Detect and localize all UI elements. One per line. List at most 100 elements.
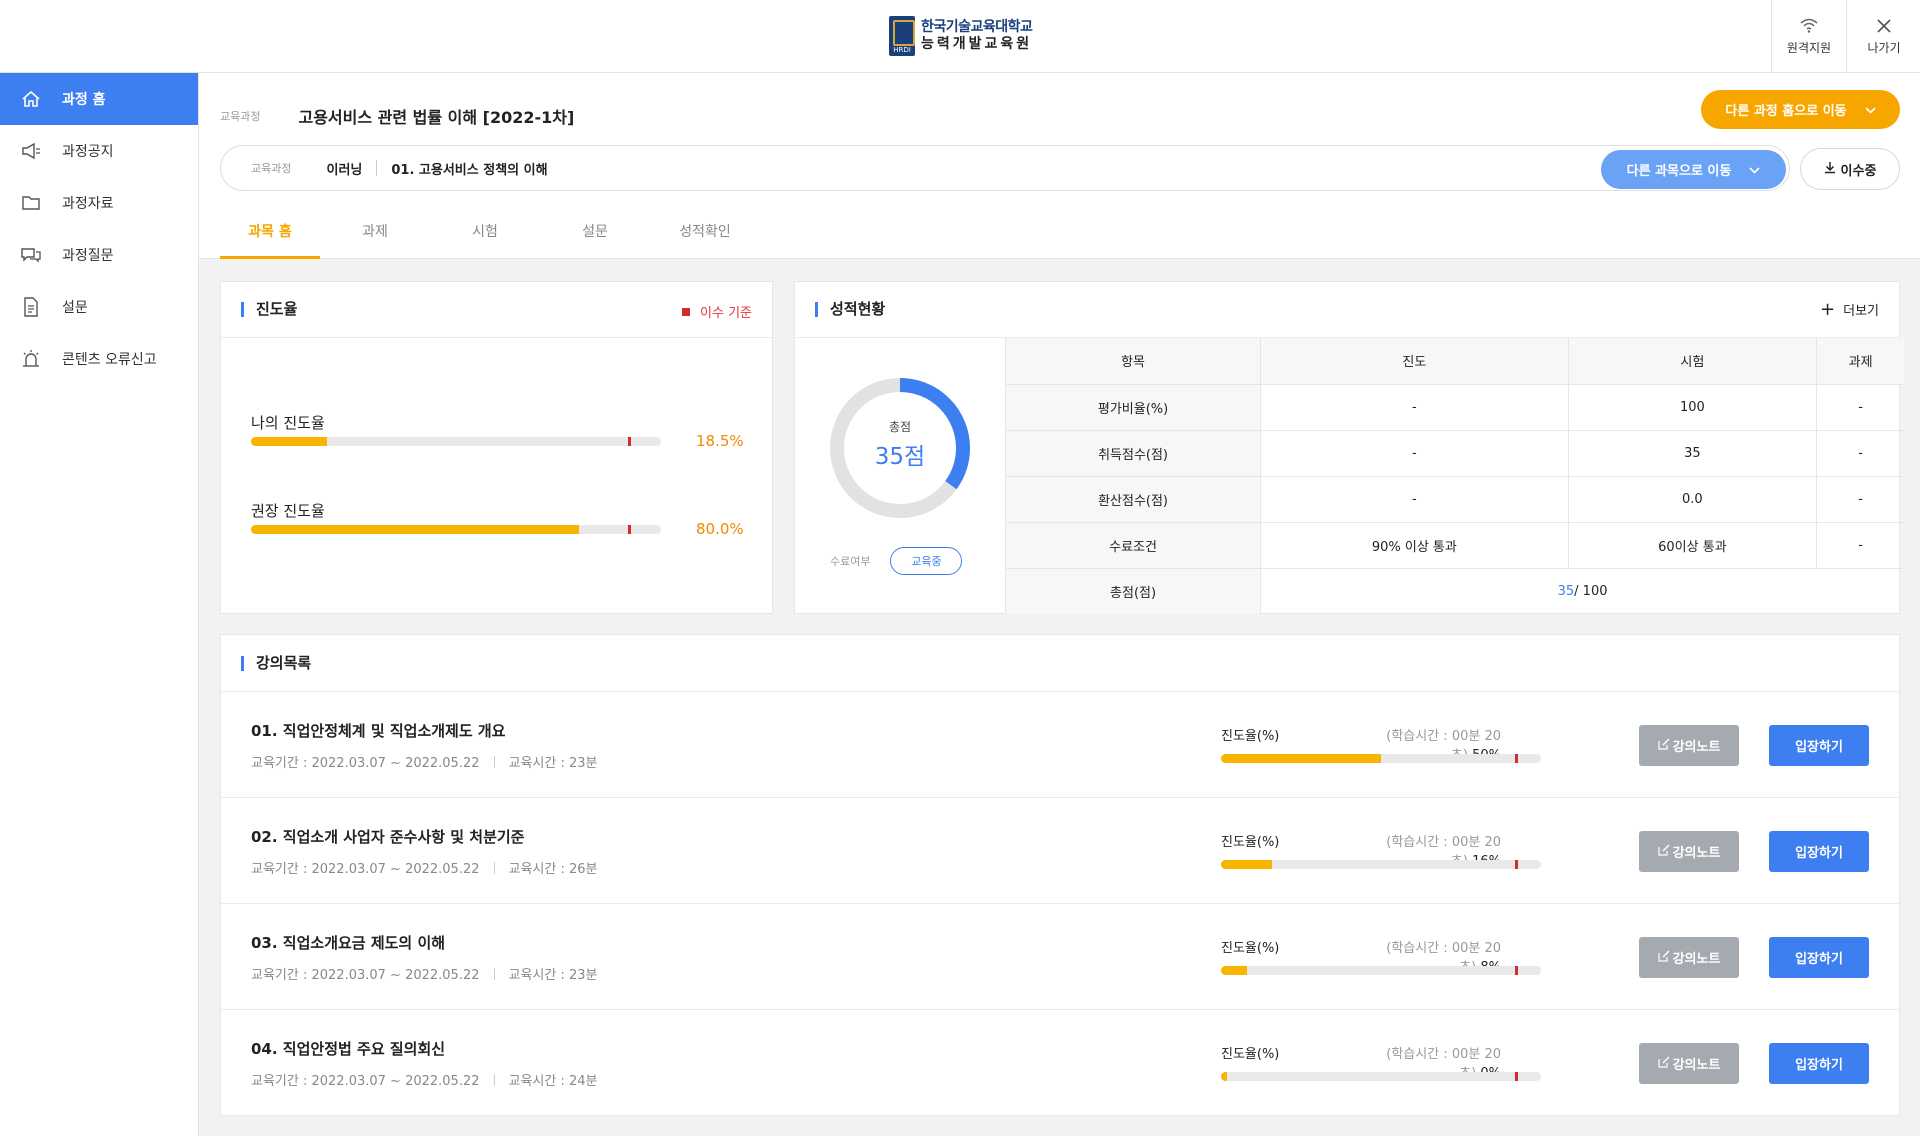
progress-card: 진도율 이수 기준 나의 진도율 18.5% 권장 진도율 80.0% [220,281,773,614]
lecture-duration: 교육시간 : 24분 [508,1074,598,1089]
other-course-home-button[interactable]: 다른 과정 홈으로 이동 [1701,90,1900,129]
remote-support-button[interactable]: 원격지원 [1771,0,1846,73]
chat-icon [20,244,42,266]
lecture-progress-fill [1221,1072,1228,1081]
sidebar-item-error-report[interactable]: 콘텐츠 오류신고 [0,333,198,385]
column-header: 과제 [1816,338,1904,385]
edit-icon [1657,844,1670,859]
sidebar-item-survey[interactable]: 설문 [0,281,198,333]
divider [376,160,378,176]
lecture-progress-bar [1221,966,1541,975]
lecture-note-button[interactable]: 강의노트 [1639,725,1739,766]
total-score-value: 35점 [874,444,926,470]
table-row: 취득점수(점) - 35 - [1004,430,1904,477]
sidebar-item-label: 과정공지 [62,144,114,160]
table-cell: 100 [1567,384,1817,431]
other-subject-button[interactable]: 다른 과목으로 이동 [1601,150,1786,189]
course-title: 고용서비스 관련 법률 이해 [2022-1차] [298,108,575,127]
criterion-marker [1515,966,1519,975]
other-course-home-label: 다른 과정 홈으로 이동 [1725,104,1847,119]
criterion-marker [1515,860,1519,869]
lecture-progress-label: 진도율(%) [1221,941,1280,956]
chevron-down-icon [1865,103,1876,117]
lecture-title: 02. 직업소개 사업자 준수사항 및 처분기준 [251,828,525,846]
table-cell: 60이상 통과 [1567,522,1817,569]
lecture-progress-label: 진도율(%) [1221,1047,1280,1062]
chevron-down-icon [1749,163,1760,177]
logo-line1: 한국기술교육대학교 [921,19,1033,35]
table-cell: 0.0 [1567,476,1817,523]
plus-icon: + [1820,298,1836,320]
logo[interactable]: 한국기술교육대학교 능력개발교육원 [889,16,1033,56]
row-header: 환산점수(점) [1004,476,1261,523]
lecture-note-button[interactable]: 강의노트 [1639,831,1739,872]
grade-card: 성적현황 + 더보기 총점 35점 수료여부 교육중 항목 진도 시험 과제 평… [794,281,1904,614]
tab-survey[interactable]: 설문 [540,219,650,259]
table-cell: - [1260,476,1569,523]
lecture-note-button[interactable]: 강의노트 [1639,1043,1739,1084]
completion-status-button[interactable]: 이수중 [1800,148,1900,190]
lecture-period: 교육기간 : 2022.03.07 ~ 2022.05.22 [251,862,480,877]
edit-icon [1657,950,1670,965]
subject-bar: 교육과정 이러닝 01. 고용서비스 정책의 이해 [220,145,1790,191]
lecture-title: 04. 직업안정법 주요 질의회신 [251,1040,446,1058]
course-header: 교육과정 고용서비스 관련 법률 이해 [2022-1차] 다른 과정 홈으로 … [199,73,1920,259]
megaphone-icon [20,140,42,162]
lecture-progress-fill [1221,860,1273,869]
tab-exam[interactable]: 시험 [430,219,540,259]
close-icon [1877,17,1891,39]
home-icon [20,88,42,110]
sidebar: 과정 홈 과정공지 과정자료 과정질문 설문 콘텐츠 오류신고 [0,73,199,1136]
tab-subject-home[interactable]: 과목 홈 [220,219,320,259]
completion-label: 수료여부 [830,555,871,568]
table-row: 환산점수(점) - 0.0 - [1004,476,1904,523]
criterion-legend: 이수 기준 [682,302,752,321]
more-label: 더보기 [1843,304,1879,319]
criterion-legend-label: 이수 기준 [700,306,752,321]
enter-lecture-button[interactable]: 입장하기 [1769,1043,1869,1084]
enter-lecture-button[interactable]: 입장하기 [1769,831,1869,872]
enter-lecture-button[interactable]: 입장하기 [1769,725,1869,766]
column-header: 항목 [1004,338,1261,385]
tab-assignment[interactable]: 과제 [320,219,430,259]
logo-line2: 능력개발교육원 [921,36,1033,52]
lecture-list-card: 강의목록 01. 직업안정체계 및 직업소개제도 개요 교육기간 : 2022.0… [220,634,1901,1116]
total-score-cell: 35/ 100 [1260,568,1904,614]
edit-icon [1657,738,1670,753]
divider [493,967,495,980]
download-icon [1824,161,1836,178]
exit-label: 나가기 [1867,41,1901,55]
criterion-marker [628,437,632,446]
lecture-note-button[interactable]: 강의노트 [1639,937,1739,978]
lecture-period: 교육기간 : 2022.03.07 ~ 2022.05.22 [251,1074,480,1089]
more-button[interactable]: + 더보기 [1820,300,1879,319]
table-cell: - [1816,476,1904,523]
lecture-progress-fill [1221,754,1381,763]
lecture-progress-label: 진도율(%) [1221,729,1280,744]
total-score-label: 총점 [888,420,912,434]
table-cell: - [1816,522,1904,569]
sidebar-item-label: 과정자료 [62,196,114,212]
tab-grade-check[interactable]: 성적확인 [650,219,760,259]
grade-card-title: 성적현황 [815,302,885,317]
enter-lecture-button[interactable]: 입장하기 [1769,937,1869,978]
table-cell: - [1260,430,1569,477]
criterion-marker [1515,1072,1519,1081]
total-score-number: 35 [1557,583,1575,599]
table-cell: - [1260,384,1569,431]
exit-button[interactable]: 나가기 [1846,0,1920,73]
sidebar-item-course-home[interactable]: 과정 홈 [0,73,198,125]
divider [493,861,495,874]
sidebar-item-notice[interactable]: 과정공지 [0,125,198,177]
recommended-progress-bar [251,525,661,534]
progress-card-title: 진도율 [241,302,297,317]
alarm-icon [20,348,42,370]
top-header: 한국기술교육대학교 능력개발교육원 원격지원 나가기 [0,0,1920,73]
lecture-row: 04. 직업안정법 주요 질의회신교육기간 : 2022.03.07 ~ 202… [221,1010,1901,1116]
sidebar-item-questions[interactable]: 과정질문 [0,229,198,281]
divider [493,1073,495,1086]
table-cell: - [1816,430,1904,477]
sidebar-item-label: 과정질문 [62,248,114,264]
sidebar-item-materials[interactable]: 과정자료 [0,177,198,229]
lecture-progress-bar [1221,754,1541,763]
